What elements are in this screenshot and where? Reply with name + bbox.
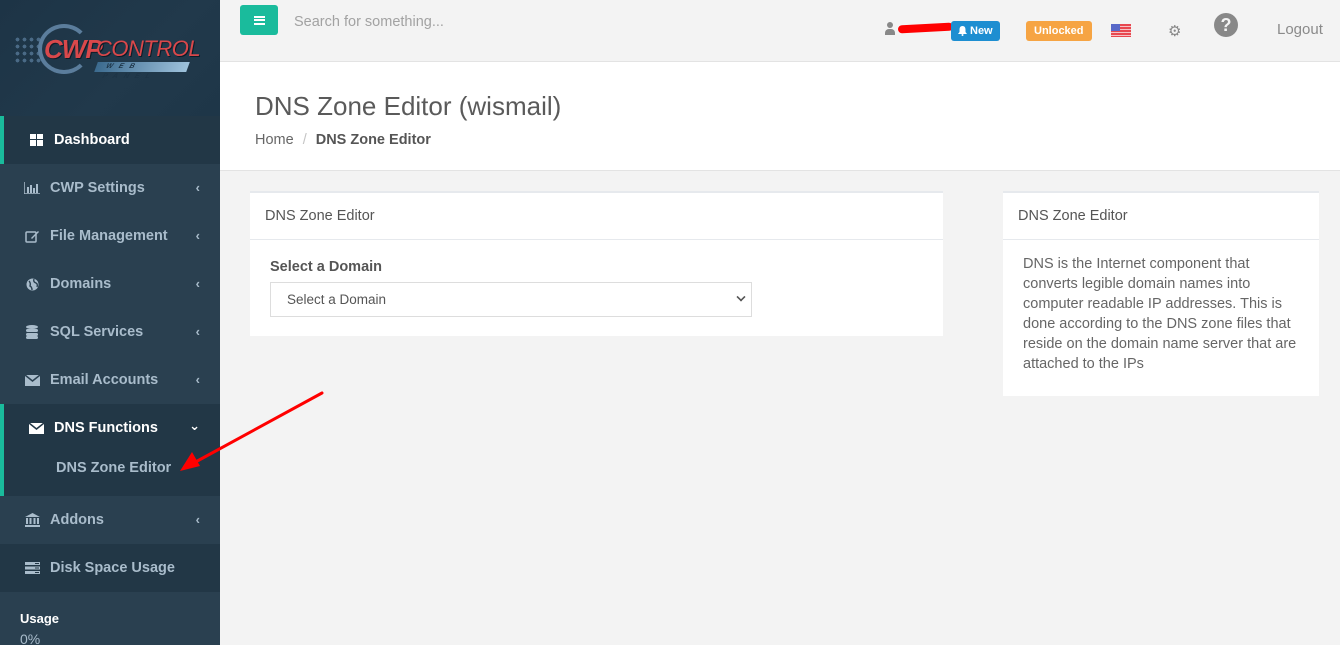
sidebar-item-addons[interactable]: Addons ‹ — [0, 496, 220, 544]
sidebar-item-label: File Management — [50, 228, 168, 244]
sidebar: CWP CONTROL WEB PANEL Dashboard CWP Sett… — [0, 0, 220, 645]
sidebar-group-dns-functions: DNS Functions ⌄ DNS Zone Editor — [0, 404, 220, 496]
dns-zone-editor-panel: DNS Zone Editor Select a Domain Select a… — [250, 191, 943, 336]
page-header: DNS Zone Editor (wismail) Home / DNS Zon… — [220, 62, 1340, 171]
envelope-icon — [24, 373, 40, 387]
usage-label: Usage — [20, 611, 60, 626]
info-panel-title: DNS Zone Editor — [1003, 193, 1319, 240]
select-domain-label: Select a Domain — [270, 259, 383, 275]
help-icon[interactable]: ? — [1214, 13, 1238, 37]
page-title: DNS Zone Editor (wismail) — [255, 91, 562, 121]
redacted-username — [897, 22, 954, 34]
globe-icon — [24, 277, 40, 291]
sidebar-item-label: Disk Space Usage — [50, 560, 175, 576]
sidebar-item-cwp-settings[interactable]: CWP Settings ‹ — [0, 164, 220, 212]
user-icon[interactable] — [884, 22, 896, 36]
info-panel-text: DNS is the Internet component that conve… — [1023, 256, 1297, 372]
search-input[interactable] — [294, 10, 594, 34]
active-indicator — [0, 116, 4, 164]
dashboard-grid-icon — [28, 133, 44, 147]
bell-icon — [958, 26, 967, 36]
hamburger-icon — [253, 15, 265, 25]
us-flag-icon[interactable] — [1111, 24, 1131, 37]
sidebar-item-label: Dashboard — [54, 132, 130, 148]
sidebar-item-label: SQL Services — [50, 324, 144, 340]
sidebar-item-disk-space-usage[interactable]: Disk Space Usage — [0, 544, 220, 592]
bank-icon — [24, 513, 40, 527]
chevron-down-icon — [736, 292, 746, 302]
unlocked-badge[interactable]: Unlocked — [1026, 21, 1092, 41]
logo-text-control: CONTROL — [96, 36, 201, 61]
new-badge-label: New — [970, 25, 993, 37]
logout-link[interactable]: Logout — [1277, 21, 1323, 38]
breadcrumb: Home / DNS Zone Editor — [255, 132, 431, 148]
panel-title: DNS Zone Editor — [250, 193, 943, 240]
chevron-left-icon: ‹ — [195, 180, 200, 195]
database-icon — [24, 325, 40, 339]
info-panel: DNS Zone Editor DNS is the Internet comp… — [1003, 191, 1319, 396]
chevron-left-icon: ‹ — [195, 228, 200, 243]
bar-chart-icon — [24, 181, 40, 195]
usage-value: 0% — [20, 631, 41, 645]
logo-area: CWP CONTROL WEB PANEL — [0, 0, 220, 116]
topbar: New Unlocked ⚙ ? Logout — [220, 0, 1340, 62]
logo-text-cwp: CWP — [44, 34, 103, 64]
sidebar-item-dashboard[interactable]: Dashboard — [0, 116, 220, 164]
sidebar-item-domains[interactable]: Domains ‹ — [0, 260, 220, 308]
sidebar-item-label: DNS Functions — [54, 420, 158, 436]
notifications-new-badge[interactable]: New — [951, 21, 1000, 41]
breadcrumb-current: DNS Zone Editor — [315, 132, 431, 148]
sidebar-item-label: Addons — [50, 512, 104, 528]
sidebar-item-sql-services[interactable]: SQL Services ‹ — [0, 308, 220, 356]
sidebar-subitem-dns-zone-editor[interactable]: DNS Zone Editor — [56, 460, 171, 476]
envelope-icon — [28, 421, 44, 435]
sidebar-item-label: CWP Settings — [50, 180, 145, 196]
sidebar-item-file-management[interactable]: File Management ‹ — [0, 212, 220, 260]
logo-text-webpanel: WEB PANEL — [94, 62, 190, 80]
server-icon — [24, 561, 40, 575]
chevron-left-icon: ‹ — [195, 512, 200, 527]
menu-toggle-button[interactable] — [240, 5, 278, 35]
chevron-down-icon: ⌄ — [189, 418, 200, 433]
sidebar-item-email-accounts[interactable]: Email Accounts ‹ — [0, 356, 220, 404]
cwp-logo[interactable]: CWP CONTROL WEB PANEL — [14, 22, 201, 80]
sidebar-item-label: Domains — [50, 276, 112, 292]
gears-icon[interactable]: ⚙ — [1168, 22, 1181, 40]
domain-select[interactable]: Select a Domain — [270, 282, 752, 317]
chevron-left-icon: ‹ — [195, 372, 200, 387]
sidebar-item-label: Email Accounts — [50, 372, 159, 388]
chevron-left-icon: ‹ — [195, 276, 200, 291]
chevron-left-icon: ‹ — [195, 324, 200, 339]
breadcrumb-home[interactable]: Home — [255, 132, 294, 148]
sidebar-item-dns-functions[interactable]: DNS Functions ⌄ — [0, 404, 220, 452]
domain-select-value: Select a Domain — [287, 292, 387, 307]
breadcrumb-separator: / — [302, 132, 307, 148]
edit-icon — [24, 229, 40, 243]
